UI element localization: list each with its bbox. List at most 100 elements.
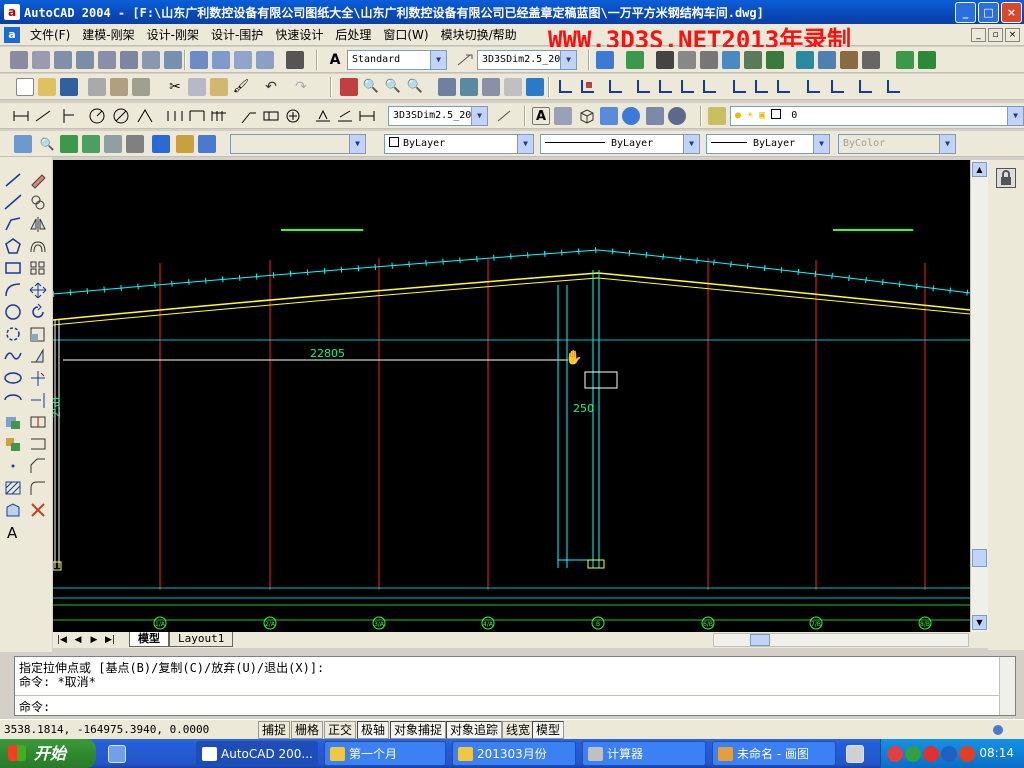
rotate-icon[interactable] [28, 303, 48, 321]
communication-center-icon[interactable] [988, 722, 1008, 738]
fog-icon[interactable] [796, 51, 814, 69]
copy-object-icon[interactable] [28, 193, 48, 211]
construction-line-icon[interactable] [3, 193, 23, 211]
diameter-dim-icon[interactable] [112, 107, 130, 125]
zoom-realtime-icon[interactable]: 🔍 [362, 78, 380, 96]
menu-design-frame[interactable]: 设计-刚架 [141, 26, 205, 43]
menu-modeling-frame[interactable]: 建模-刚架 [76, 26, 140, 43]
mtext-icon[interactable]: A [3, 523, 23, 542]
undo-icon[interactable]: ↶ [262, 78, 280, 96]
region-icon[interactable] [554, 107, 572, 125]
box-copy-icon[interactable] [142, 51, 160, 69]
ucs-z-icon[interactable] [804, 78, 822, 96]
baseline-dim-icon[interactable] [188, 107, 206, 125]
radius-dim-icon[interactable] [88, 107, 106, 125]
plotstyle-select[interactable]: ByColor ▼ [838, 134, 956, 154]
text-style-select[interactable]: Standard ▼ [347, 50, 447, 70]
ellipse-icon[interactable] [3, 369, 23, 387]
copy-icon[interactable] [188, 78, 206, 96]
chevron-down-icon[interactable]: ▼ [517, 135, 533, 153]
quick-dim-icon[interactable] [166, 107, 184, 125]
text-style-icon[interactable]: A [326, 51, 344, 69]
ucs-origin-icon[interactable] [678, 78, 696, 96]
diamond-icon[interactable] [256, 51, 274, 69]
break-icon[interactable] [28, 435, 48, 453]
material-icon[interactable] [722, 51, 740, 69]
menu-file[interactable]: 文件(F) [24, 26, 76, 43]
print-icon[interactable] [88, 78, 106, 96]
cone-icon[interactable] [234, 51, 252, 69]
tray-network-icon[interactable] [905, 746, 921, 762]
lock-icon[interactable] [996, 168, 1016, 188]
frame-box-icon[interactable] [32, 51, 50, 69]
angular-dim-icon[interactable] [136, 107, 154, 125]
ucs-x-icon[interactable] [752, 78, 770, 96]
ie-quicklaunch-icon[interactable] [108, 745, 126, 763]
text-icon[interactable]: A [532, 107, 550, 125]
layer-manager-icon[interactable] [708, 107, 726, 125]
stretch-icon[interactable] [28, 347, 48, 365]
properties-icon[interactable] [438, 78, 456, 96]
orbit-icon[interactable] [668, 107, 686, 125]
rectangle-icon[interactable] [3, 259, 23, 277]
lineweight-select[interactable]: ByLayer ▼ [706, 134, 830, 154]
command-prompt[interactable]: 命令: [19, 698, 50, 715]
menu-window[interactable]: 窗口(W) [377, 26, 434, 43]
mapping-icon[interactable] [818, 51, 836, 69]
scale-icon[interactable] [28, 325, 48, 343]
paste-icon[interactable] [210, 78, 228, 96]
break-at-point-icon[interactable] [28, 413, 48, 431]
cube-icon[interactable] [76, 51, 94, 69]
coordinate-readout[interactable]: 3538.1814, -164975.3940, 0.0000 [4, 723, 209, 736]
vertical-scrollbar[interactable]: ▲ ▼ [970, 160, 988, 632]
plugin-2-icon[interactable] [82, 135, 100, 153]
calculator-icon[interactable] [504, 78, 522, 96]
horizontal-scrollbar[interactable] [713, 633, 969, 647]
light-icon[interactable] [678, 51, 696, 69]
redo-icon[interactable]: ↷ [292, 78, 310, 96]
match-properties-icon[interactable]: 🖌 [232, 78, 250, 96]
linetype-select[interactable]: ByLayer ▼ [540, 134, 700, 154]
flat-shade-icon[interactable] [646, 107, 664, 125]
chevron-down-icon[interactable]: ▼ [430, 51, 446, 69]
gouraud-icon[interactable] [622, 107, 640, 125]
ellipse-arc-icon[interactable] [3, 391, 23, 409]
plugin-6-icon[interactable] [176, 135, 194, 153]
shade-icon[interactable] [600, 107, 618, 125]
insert-block-icon[interactable] [3, 413, 23, 431]
ordinate-dim-icon[interactable] [60, 107, 78, 125]
frame-model-icon[interactable] [10, 51, 28, 69]
extend-icon[interactable] [28, 391, 48, 409]
tray-security-icon[interactable] [923, 746, 939, 762]
grid-box-icon[interactable] [54, 51, 72, 69]
prism-icon[interactable] [212, 51, 230, 69]
render-prefs-icon[interactable] [862, 51, 880, 69]
tree-icon[interactable] [766, 51, 784, 69]
close-button[interactable]: × [1001, 2, 1022, 23]
arc-icon[interactable] [3, 281, 23, 299]
menu-postprocess[interactable]: 后处理 [329, 26, 377, 43]
3d-box-icon[interactable] [578, 107, 596, 125]
tool-palettes-icon[interactable] [482, 78, 500, 96]
layer-select[interactable]: ● ☀ ▣ 0 ▼ [730, 106, 1024, 126]
drawing-canvas[interactable]: 22805 250 250 1/A 2/A 3/A 4/A B 6/B 7/B 8/B ✋ [53, 160, 970, 632]
task-calculator[interactable]: 计算器 [582, 741, 706, 766]
new-file-icon[interactable] [16, 78, 34, 96]
scroll-down-icon[interactable]: ▼ [972, 615, 987, 630]
plugin-5-icon[interactable] [152, 135, 170, 153]
line-icon[interactable] [3, 171, 23, 189]
sun-icon[interactable]: ☀ [747, 110, 753, 121]
unlock-icon[interactable]: ▣ [759, 110, 765, 121]
ucs-named-icon[interactable] [856, 78, 874, 96]
polygon-icon[interactable] [3, 237, 23, 255]
color-select[interactable]: ByLayer ▼ [384, 134, 534, 154]
minimize-button[interactable]: _ [955, 2, 976, 23]
hatch-icon[interactable] [3, 479, 23, 497]
dim-text-edit-icon[interactable] [336, 107, 354, 125]
chevron-down-icon[interactable]: ▼ [1007, 107, 1023, 125]
tray-k-icon[interactable] [941, 746, 957, 762]
aligned-dim-icon[interactable] [34, 107, 52, 125]
tray-app-icon[interactable] [887, 746, 903, 762]
zoom-extents-icon[interactable]: 🔍 [38, 135, 56, 153]
menu-module-help[interactable]: 模块切换/帮助 [435, 26, 523, 43]
